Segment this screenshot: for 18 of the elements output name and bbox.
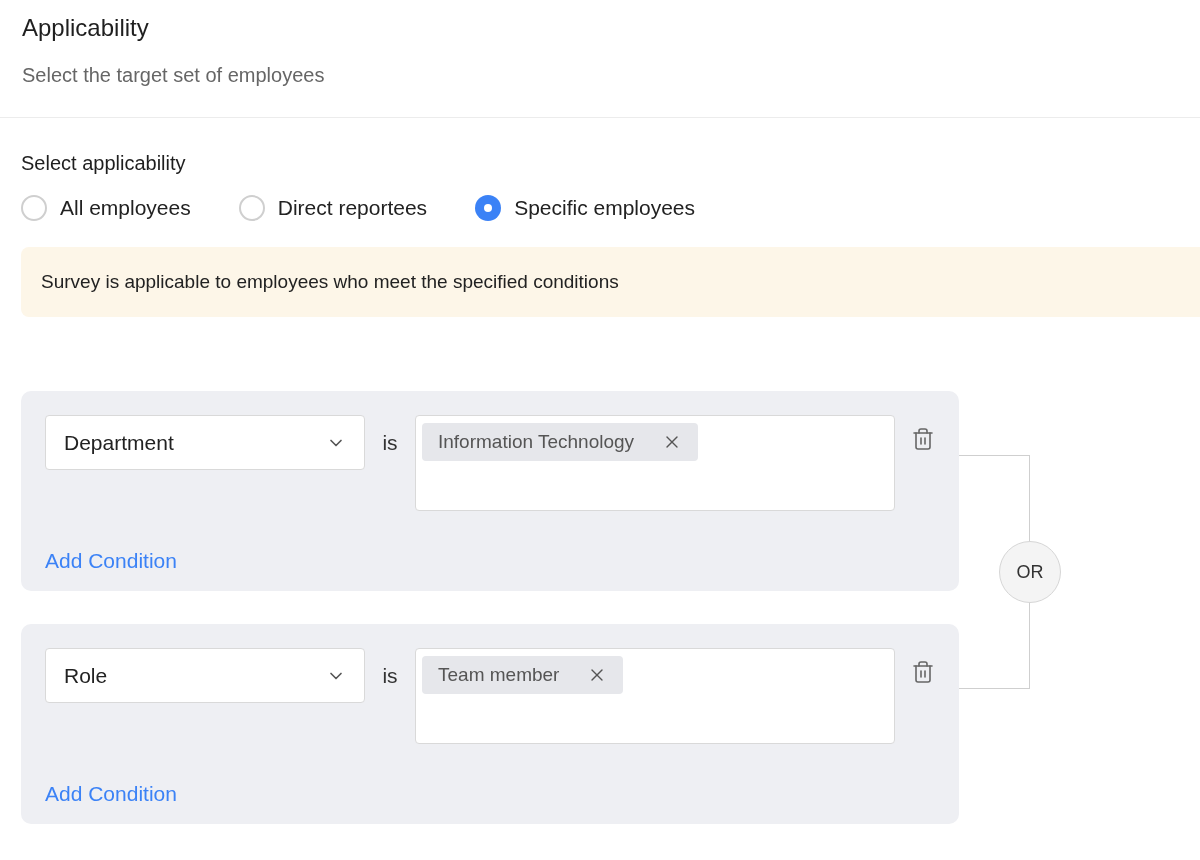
field-dropdown[interactable]: Role bbox=[45, 648, 365, 703]
delete-button[interactable] bbox=[911, 660, 935, 684]
radio-option[interactable]: Direct reportees bbox=[238, 195, 428, 221]
radio-option[interactable]: All employees bbox=[21, 195, 191, 221]
section-title: Applicability bbox=[22, 14, 150, 42]
or-connector: OR bbox=[999, 541, 1061, 603]
value-tag: Information Technology bbox=[422, 423, 699, 461]
value-tag: Team member bbox=[422, 656, 624, 694]
section-subtitle: Select the target set of employees bbox=[22, 64, 326, 87]
operator-text: is bbox=[381, 430, 399, 456]
radio-option[interactable]: Specific employees bbox=[475, 195, 696, 221]
value-input-field[interactable]: Team member bbox=[415, 648, 895, 744]
field-label: Select applicability bbox=[21, 152, 187, 175]
field-dropdown[interactable]: Department bbox=[45, 415, 365, 470]
delete-button[interactable] bbox=[911, 427, 935, 451]
value-input-field[interactable]: Information Technology bbox=[415, 415, 895, 511]
operator-text: is bbox=[381, 663, 399, 689]
info-banner: Survey is applicable to employees who meet the specified conditions bbox=[21, 247, 1200, 317]
